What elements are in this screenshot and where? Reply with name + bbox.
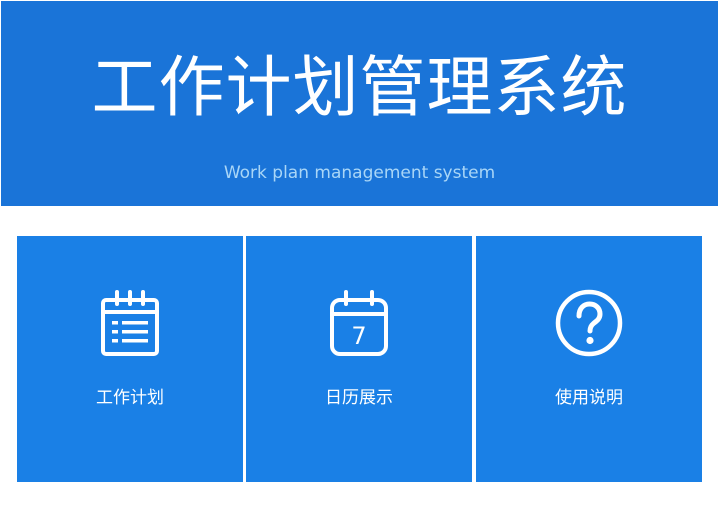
calendar-day-number: 7 [351,322,366,350]
help-circle-icon [555,289,623,357]
app-title: 工作计划管理系统 [91,49,628,126]
header-banner: 工作计划管理系统 Work plan management system [1,1,718,206]
calendar-label: 日历展示 [325,388,393,408]
help-tile[interactable]: 使用说明 [476,236,702,482]
menu-tiles: 工作计划 7 日历展示 使用说明 [17,236,702,482]
work-plan-tile[interactable]: 工作计划 [17,236,243,482]
calendar-day-icon: 7 [330,290,388,356]
page: 工作计划管理系统 Work plan management system 工作计… [0,0,719,509]
work-plan-label: 工作计划 [96,388,164,408]
app-subtitle: Work plan management system [223,163,496,183]
calendar-tile[interactable]: 7 日历展示 [246,236,472,482]
help-label: 使用说明 [555,388,623,408]
calendar-list-icon [101,290,159,356]
